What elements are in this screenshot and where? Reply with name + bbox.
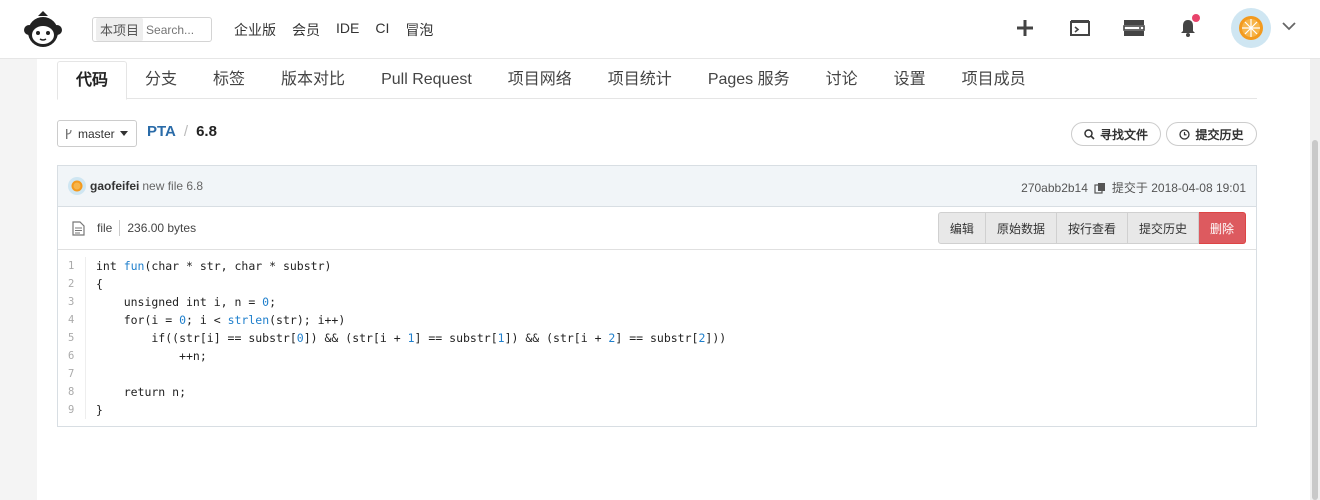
nav-ci[interactable]: CI [375,20,389,40]
commit-author[interactable]: gaofeifei [90,179,139,193]
find-file-label: 寻找文件 [1099,127,1148,142]
find-file-button[interactable]: 寻找文件 [1071,122,1161,146]
breadcrumb-repo[interactable]: PTA [147,123,176,140]
file-header: file 236.00 bytes 编辑 原始数据 按行查看 提交历史 删除 [58,207,1256,250]
line-content: return n; [96,385,187,399]
line-number[interactable]: 9 [58,401,86,419]
search-scope[interactable]: 本项目 [96,18,144,41]
file-size: 236.00 bytes [127,221,197,235]
line-content: } [96,403,103,417]
line-content [86,365,96,383]
divider [119,220,121,236]
breadcrumb-file: 6.8 [196,123,217,140]
code-line: 5 if((str[i] == substr[0]) && (str[i + 1… [58,329,1256,347]
tab-compare[interactable]: 版本对比 [263,61,363,99]
coding-logo-icon[interactable] [20,10,66,48]
repo-tabs: 代码 分支 标签 版本对比 Pull Request 项目网络 项目统计 Pag… [57,61,1257,100]
nav-enterprise[interactable]: 企业版 [234,20,276,40]
tab-network[interactable]: 项目网络 [490,61,590,99]
line-number[interactable]: 7 [58,365,86,383]
branch-name: master [78,126,115,141]
search-input[interactable] [146,22,213,37]
line-content: unsigned int i, n = 0; [96,295,277,309]
code-line: 2{ [58,275,1256,293]
line-number[interactable]: 1 [58,257,86,275]
search-icon [1084,128,1095,140]
last-commit-bar: gaofeifei new file 6.8 270abb2b14 提交于 20… [57,165,1257,207]
caret-down-icon [119,130,128,136]
nav-ide[interactable]: IDE [336,20,359,40]
orange-avatar-icon [1239,16,1263,40]
server-icon[interactable] [1122,16,1146,40]
tab-members[interactable]: 项目成员 [944,61,1044,99]
line-content: for(i = 0; i < strlen(str); i++) [96,313,346,327]
commit-message[interactable]: new file 6.8 [142,179,203,193]
commit-history-button[interactable]: 提交历史 [1166,122,1257,146]
code-line: 7 [58,365,1256,383]
tab-stats[interactable]: 项目统计 [590,61,690,99]
tab-tags[interactable]: 标签 [195,61,263,99]
line-number[interactable]: 3 [58,293,86,311]
file-viewer: file 236.00 bytes 编辑 原始数据 按行查看 提交历史 删除 1… [57,207,1257,427]
top-header: 本项目 企业版 会员 IDE CI 冒泡 [0,0,1320,59]
breadcrumb-separator: / [183,123,189,140]
file-icon [72,220,85,236]
plus-icon[interactable] [1013,16,1037,40]
branch-icon [66,128,72,139]
code-view: 1 int fun(char * str, char * substr) 2{3 u… [58,251,1256,419]
scrollbar-thumb[interactable] [1312,140,1318,500]
edit-button[interactable]: 编辑 [937,212,986,244]
orange-avatar-icon [71,180,83,192]
line-content: int fun(char * str, char * substr) [96,259,332,273]
tab-code[interactable]: 代码 [57,61,128,100]
commit-meta: 270abb2b14 提交于 2018-04-08 19:01 [1021,179,1246,196]
breadcrumb: PTA / 6.8 [147,123,217,140]
line-content: if((str[i] == substr[0]) && (str[i + 1] … [96,331,727,345]
file-type: file [97,221,113,235]
delete-button[interactable]: 删除 [1198,212,1246,244]
terminal-icon[interactable] [1068,16,1092,40]
bell-icon[interactable] [1176,14,1200,40]
file-actions: 编辑 原始数据 按行查看 提交历史 删除 [937,212,1246,244]
line-number[interactable]: 8 [58,383,86,401]
file-history-button[interactable]: 提交历史 [1127,212,1199,244]
code-line: 9} [58,401,1256,419]
author-avatar[interactable] [68,177,86,195]
code-line: 8 return n; [58,383,1256,401]
copy-icon[interactable] [1094,182,1106,194]
top-nav: 企业版 会员 IDE CI 冒泡 [234,20,433,40]
blame-button[interactable]: 按行查看 [1056,212,1128,244]
branch-selector[interactable]: master [57,120,137,147]
chevron-down-icon[interactable] [1281,18,1297,34]
line-number[interactable]: 6 [58,347,86,365]
line-number[interactable]: 5 [58,329,86,347]
code-line: 6 ++n; [58,347,1256,365]
notification-dot [1192,14,1200,22]
raw-button[interactable]: 原始数据 [985,212,1057,244]
commit-hash[interactable]: 270abb2b14 [1021,181,1088,195]
tab-pages[interactable]: Pages 服务 [690,61,808,99]
commit-history-label: 提交历史 [1195,127,1244,142]
code-line: 1 int fun(char * str, char * substr) [58,257,1256,275]
code-line: 3 unsigned int i, n = 0; [58,293,1256,311]
line-content: { [96,277,103,291]
tab-pull-request[interactable]: Pull Request [363,61,490,99]
tab-discussion[interactable]: 讨论 [808,61,876,99]
nav-member[interactable]: 会员 [292,20,320,40]
line-number[interactable]: 4 [58,311,86,329]
line-number[interactable]: 2 [58,275,86,293]
commit-date: 提交于 2018-04-08 19:01 [1111,181,1246,195]
clock-icon [1179,128,1191,140]
search-box[interactable]: 本项目 [92,17,213,42]
nav-bubble[interactable]: 冒泡 [405,20,433,40]
user-avatar[interactable] [1231,8,1271,48]
code-line: 4 for(i = 0; i < strlen(str); i++) [58,311,1256,329]
tab-branches[interactable]: 分支 [127,61,195,99]
tab-settings[interactable]: 设置 [876,61,944,99]
line-content: ++n; [96,349,207,363]
